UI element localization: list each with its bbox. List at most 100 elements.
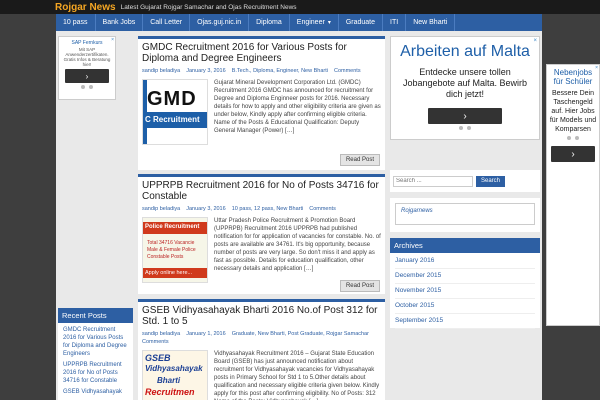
archives-widget: Archives January 2016 December 2015 Nove… <box>390 238 540 329</box>
nav-item-new-bharti[interactable]: New Bharti <box>406 14 456 31</box>
ad-text: Bessere Dein Taschengeld auf. Hier Jobs … <box>549 90 597 133</box>
dot[interactable] <box>567 136 571 140</box>
nav-item-ojas[interactable]: Ojas.guj.nic.in <box>190 14 250 31</box>
ad-title: Nebenjobs für Schüler <box>553 68 593 86</box>
archive-link[interactable]: October 2015 <box>395 301 535 314</box>
facebook-page-link[interactable]: Rojgarnews <box>395 203 535 225</box>
post-categories[interactable]: 10 pass, 12 pass, New Bharti <box>232 205 304 213</box>
post-thumbnail[interactable]: GMD C Recruitment <box>142 79 208 145</box>
post-author[interactable]: sandip beladiya <box>142 67 180 75</box>
ad-title: Arbeiten auf Malta <box>400 43 530 60</box>
nav-label: Call Letter <box>150 19 183 26</box>
post-excerpt: Vidhyasahayak Recruitment 2016 – Gujarat… <box>214 351 380 400</box>
close-icon[interactable]: × <box>533 38 537 44</box>
carousel-dots <box>395 126 535 130</box>
nav-label: Diploma <box>256 19 282 26</box>
archive-link[interactable]: December 2015 <box>395 271 535 284</box>
post-date[interactable]: January 3, 2016 <box>186 205 225 213</box>
post-categories[interactable]: B.Tech., Diploma, Engineer, New Bharti <box>232 67 328 75</box>
thumb-text-block: Total 34716 Vacancie Male & Female Polic… <box>147 240 196 261</box>
ad-arrow-button[interactable]: › <box>428 108 502 124</box>
post-meta: sandip beladiya January 3, 2016 B.Tech.,… <box>138 65 385 77</box>
search-button[interactable]: Search <box>476 175 506 187</box>
post-title[interactable]: UPPRPB Recruitment 2016 for No of Posts … <box>138 177 385 203</box>
left-ad-space <box>58 104 116 304</box>
nav-label: Engineer <box>296 19 325 26</box>
nav-item-diploma[interactable]: Diploma <box>249 14 290 31</box>
nav-label: Bank Jobs <box>102 19 136 26</box>
close-icon[interactable]: × <box>595 65 598 71</box>
post-title[interactable]: GMDC Recruitment 2016 for Various Posts … <box>138 39 385 65</box>
post-card: UPPRPB Recruitment 2016 for No of Posts … <box>138 174 385 294</box>
facebook-widget: Rojgarnews <box>390 198 540 232</box>
archive-link[interactable]: January 2016 <box>395 256 535 269</box>
recent-post-link[interactable]: GMDC Recruitment 2016 for Various Posts … <box>63 326 128 358</box>
post-comments[interactable]: Comments <box>309 205 336 213</box>
close-icon[interactable]: × <box>111 37 114 43</box>
nav-item-call-letter[interactable]: Call Letter <box>143 14 191 31</box>
nav-label: ITI <box>390 19 399 26</box>
site-tagline: Latest Gujarat Rojgar Samachar and Ojas … <box>120 3 297 11</box>
nav-label: Ojas.guj.nic.in <box>197 19 242 26</box>
ad-arrow-button[interactable]: › <box>65 69 109 83</box>
post-author[interactable]: sandip beladiya <box>142 330 180 338</box>
left-ad[interactable]: × SAP Fernkurs Mit SAP Anwenderzertifika… <box>58 36 116 100</box>
nav-item-10-pass[interactable]: 10 pass <box>56 14 96 31</box>
post-body: GSEB Vidhyasahayak Bharti Recruitmen Vid… <box>138 348 385 400</box>
dot[interactable] <box>459 126 463 130</box>
search-widget: Search <box>390 170 540 192</box>
post-excerpt: Gujarat Mineral Development Corporation … <box>214 80 381 134</box>
post-meta: sandip beladiya January 1, 2016 Graduate… <box>138 328 385 348</box>
nav-item-iti[interactable]: ITI <box>383 14 407 31</box>
post-thumbnail[interactable]: GSEB Vidhyasahayak Bharti Recruitmen <box>142 350 208 400</box>
dot[interactable] <box>467 126 471 130</box>
widget-heading: Archives <box>390 238 540 253</box>
post-author[interactable]: sandip beladiya <box>142 205 180 213</box>
dot[interactable] <box>89 85 93 89</box>
post-date[interactable]: January 3, 2016 <box>186 67 225 75</box>
recent-posts-list: GMDC Recruitment 2016 for Various Posts … <box>58 323 133 400</box>
archive-link[interactable]: November 2015 <box>395 286 535 299</box>
nav-label: Graduate <box>345 19 376 26</box>
thumb-text: Recruitmen <box>145 387 195 397</box>
post-body: GMD C Recruitment Gujarat Mineral Develo… <box>138 77 385 147</box>
thumb-text: GSEB <box>145 353 171 363</box>
site-title[interactable]: Rojgar News <box>55 2 116 13</box>
nav-item-engineer[interactable]: Engineer ▾ <box>290 14 339 31</box>
thumb-text: Vidhyasahayak <box>145 364 203 373</box>
thumb-text: Male & Female Police <box>147 247 196 253</box>
nav-label: 10 pass <box>63 19 88 26</box>
ad-line: hier! <box>82 62 92 67</box>
dot[interactable] <box>575 136 579 140</box>
nav-item-graduate[interactable]: Graduate <box>339 14 384 31</box>
recent-post-link[interactable]: UPPRPB Recruitment 2016 for No of Posts … <box>63 361 128 385</box>
read-post-button[interactable]: Read Post <box>339 154 380 166</box>
widget-heading: Recent Posts <box>58 308 133 323</box>
archive-link[interactable]: September 2015 <box>395 316 535 329</box>
post-meta: sandip beladiya January 3, 2016 10 pass,… <box>138 203 385 215</box>
post-thumbnail[interactable]: Police Recruitment Total 34716 Vacancie … <box>142 217 208 283</box>
recent-post-link[interactable]: GSEB Vidhyasahayak <box>63 388 128 396</box>
search-input[interactable] <box>393 175 473 187</box>
ad-arrow-button[interactable]: › <box>551 146 595 162</box>
thumb-text: C Recruitment <box>143 112 207 128</box>
post-categories[interactable]: Graduate, New Bharti, Post Graduate, Roj… <box>232 330 369 338</box>
post-date[interactable]: January 1, 2016 <box>186 330 225 338</box>
post-comments[interactable]: Comments <box>334 67 361 75</box>
archives-list: January 2016 December 2015 November 2015… <box>390 253 540 334</box>
chevron-down-icon: ▾ <box>327 20 331 26</box>
post-comments[interactable]: Comments <box>142 338 169 346</box>
thumb-text: GMD <box>147 88 197 110</box>
right-ad[interactable]: × Arbeiten auf Malta Entdecke unsere tol… <box>390 36 540 140</box>
nav-item-bank-jobs[interactable]: Bank Jobs <box>96 14 144 31</box>
ad-title: SAP Fernkurs <box>71 40 103 46</box>
far-right-ad[interactable]: × Nebenjobs für Schüler Bessere Dein Tas… <box>546 64 600 326</box>
thumb-text: Bharti <box>157 376 181 385</box>
thumb-text: Police Recruitment <box>143 222 207 234</box>
top-bar: Rojgar News Latest Gujarat Rojgar Samach… <box>0 0 600 14</box>
read-post-button[interactable]: Read Post <box>339 280 380 292</box>
thumb-text: Apply online here... <box>143 268 207 278</box>
dot[interactable] <box>81 85 85 89</box>
post-title[interactable]: GSEB Vidhyasahayak Bharti 2016 No.of Pos… <box>138 302 385 328</box>
ad-text: Entdecke unsere tollen Jobangebote auf M… <box>402 67 528 99</box>
